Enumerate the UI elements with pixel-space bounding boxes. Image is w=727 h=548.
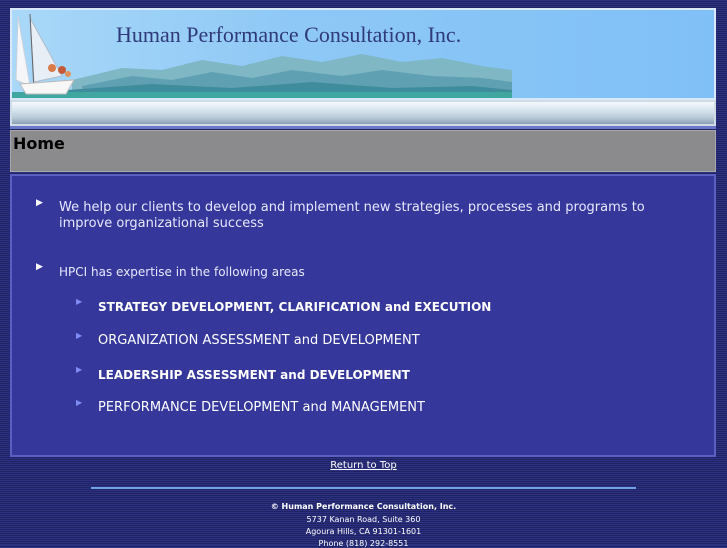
intro-text: We help our clients to develop and imple… <box>59 200 645 231</box>
expertise-area-item: LEADERSHIP ASSESSMENT and DEVELOPMENT <box>98 368 410 382</box>
bullet-icon: ▶ <box>36 198 43 208</box>
sub-bullet-icon: ▶ <box>76 365 83 374</box>
footer-address-line1: 5737 Kanan Road, Suite 360 <box>306 515 421 524</box>
footer-phone: Phone (818) 292-8551 <box>318 539 409 548</box>
footer-company: © Human Performance Consultation, Inc. <box>270 502 457 511</box>
expertise-area-item: ORGANIZATION ASSESSMENT and DEVELOPMENT <box>98 333 420 348</box>
page-title: Home <box>13 134 65 153</box>
footer-address-line2: Agoura Hills, CA 91301-1601 <box>305 527 422 536</box>
divider <box>10 126 716 129</box>
sub-bullet-icon: ▶ <box>76 398 83 407</box>
main-content: ▶ We help our clients to develop and imp… <box>10 174 716 457</box>
expertise-intro: HPCI has expertise in the following area… <box>59 265 305 279</box>
footer-divider <box>91 487 636 489</box>
page-title-bar: Home <box>10 130 716 172</box>
return-to-top-link[interactable]: Return to Top <box>0 460 727 471</box>
bullet-icon: ▶ <box>36 262 43 272</box>
sub-bullet-icon: ▶ <box>76 297 83 306</box>
expertise-area-item: STRATEGY DEVELOPMENT, CLARIFICATION and … <box>98 300 492 314</box>
sub-bullet-icon: ▶ <box>76 331 83 340</box>
expertise-area-item: PERFORMANCE DEVELOPMENT and MANAGEMENT <box>98 400 425 415</box>
navigation-bar <box>10 100 716 126</box>
header-banner: Human Performance Consultation, Inc. <box>10 8 716 100</box>
company-title: Human Performance Consultation, Inc. <box>116 22 462 47</box>
